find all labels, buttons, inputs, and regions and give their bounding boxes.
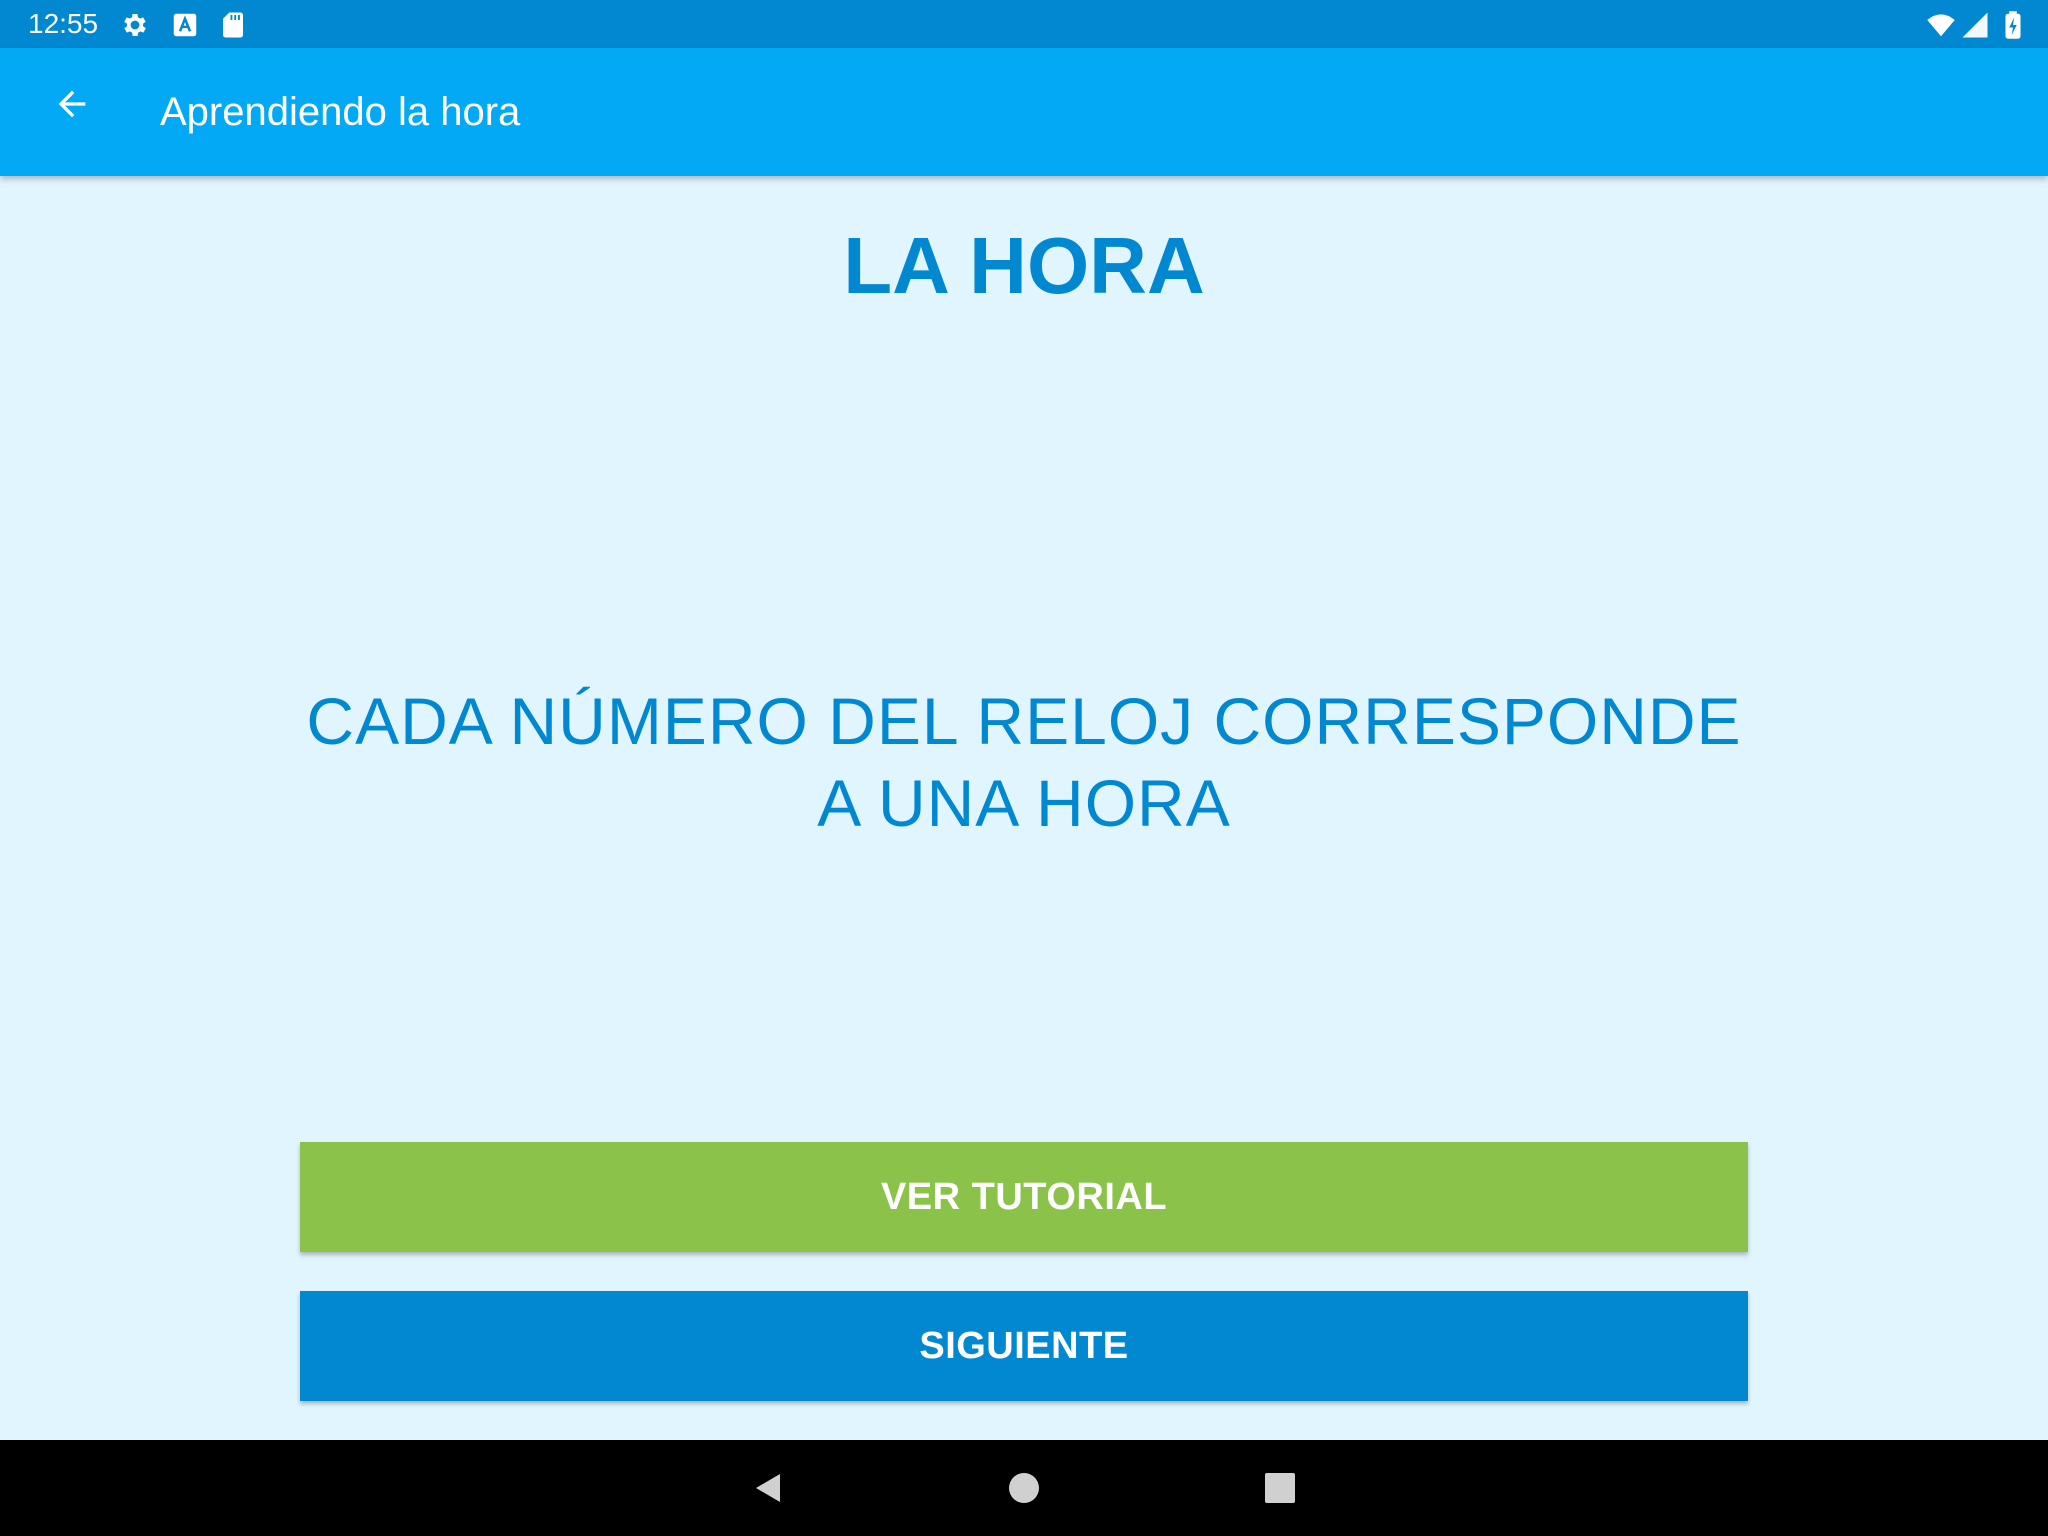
sd-card-icon (223, 12, 243, 38)
main-content: LA HORA CADA NÚMERO DEL RELOJ CORRESPOND… (0, 176, 2048, 1440)
app-title: Aprendiendo la hora (160, 90, 521, 134)
app-bar: Aprendiendo la hora (0, 48, 2048, 176)
page-title: LA HORA (843, 221, 1205, 310)
battery-charging-icon (2005, 11, 2021, 39)
view-tutorial-button[interactable]: VER TUTORIAL (300, 1142, 1748, 1252)
wifi-icon (1927, 14, 1955, 37)
back-button[interactable] (40, 72, 104, 136)
nav-back-icon[interactable] (748, 1468, 788, 1508)
a-notification-icon (173, 13, 197, 37)
status-bar: 12:55 (0, 0, 2048, 48)
lesson-text: CADA NÚMERO DEL RELOJ CORRESPONDE A UNA … (306, 684, 1742, 840)
next-button[interactable]: SIGUIENTE (300, 1291, 1748, 1401)
signal-icon (1962, 12, 1988, 38)
navigation-bar (0, 1440, 2048, 1536)
nav-home-icon[interactable] (1004, 1468, 1044, 1508)
arrow-back-icon (58, 90, 86, 118)
settings-icon (124, 14, 146, 36)
status-time: 12:55 (28, 8, 99, 39)
nav-recents-icon[interactable] (1260, 1468, 1300, 1508)
